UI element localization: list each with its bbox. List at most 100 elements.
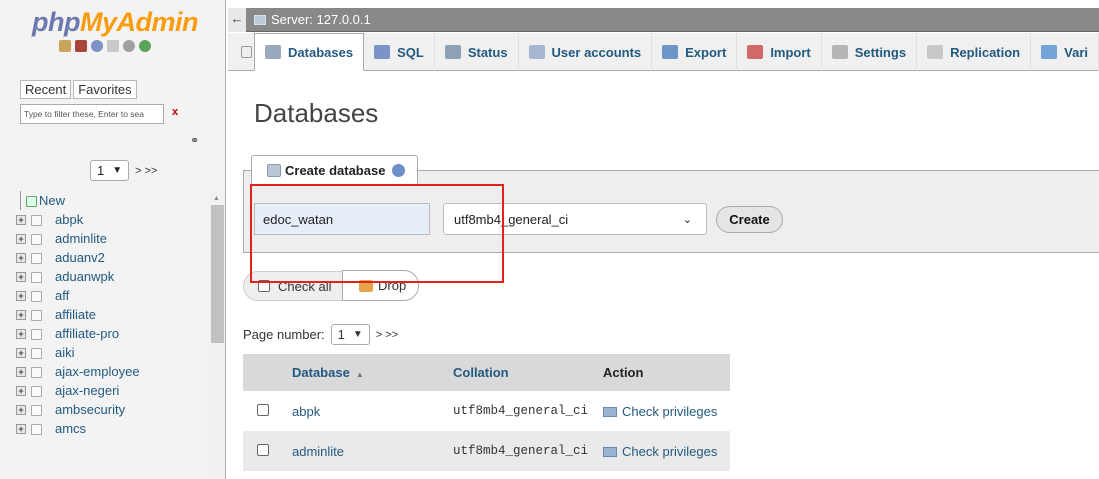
tree-item-label[interactable]: affiliate [55, 307, 96, 322]
tab-label: Settings [854, 44, 907, 60]
tree-item-database[interactable]: + amcs [0, 419, 210, 438]
expand-icon[interactable]: + [16, 329, 26, 339]
check-privileges-link[interactable]: Check privileges [622, 404, 717, 419]
expand-icon[interactable]: + [16, 424, 26, 434]
help-icon[interactable] [392, 163, 406, 177]
tree-item-label[interactable]: ajax-negeri [55, 383, 119, 398]
tree-item-label[interactable]: affiliate-pro [55, 326, 119, 341]
tree-item-label[interactable]: New [39, 193, 65, 208]
tree-item-database[interactable]: + aduanv2 [0, 248, 210, 267]
tree-item-database[interactable]: + adminlite [0, 229, 210, 248]
tree-item-database[interactable]: + affiliate [0, 305, 210, 324]
expand-icon[interactable]: + [16, 405, 26, 415]
tree-item-label[interactable]: ambsecurity [55, 402, 125, 417]
database-icon [31, 405, 42, 416]
tree-item-database[interactable]: + ajax-negeri [0, 381, 210, 400]
status-icon [444, 45, 461, 59]
collapse-navigation-button[interactable]: ← [228, 8, 246, 32]
tab-settings[interactable]: Settings [822, 33, 918, 71]
scroll-up-arrow-icon[interactable]: ▲ [213, 195, 220, 202]
favorites-tab[interactable]: Favorites [73, 80, 137, 99]
row-select-cell [243, 431, 279, 471]
expand-icon[interactable]: + [16, 310, 26, 320]
tree-item-label[interactable]: aff [55, 288, 69, 303]
tree-item-database[interactable]: + affiliate-pro [0, 324, 210, 343]
page-number-select[interactable]: 1 ▼ [330, 324, 370, 345]
expand-icon[interactable]: + [16, 253, 26, 263]
new-database-icon [26, 196, 37, 207]
tab-status[interactable]: Status [435, 33, 519, 71]
recent-tab[interactable]: Recent [20, 80, 72, 99]
tree-item-database[interactable]: + aff [0, 286, 210, 305]
page-number-label: Page number: [243, 327, 325, 342]
expand-icon[interactable]: + [16, 291, 26, 301]
page-next-link[interactable]: > >> [376, 329, 398, 341]
tree-item-label[interactable]: aduanwpk [55, 269, 114, 284]
tab-label: Vari [1064, 44, 1088, 60]
tree-item-database[interactable]: + ajax-employee [0, 362, 210, 381]
tab-label: Status [467, 44, 508, 60]
phpmyadmin-logo[interactable]: phpMyAdmin [32, 7, 198, 38]
nav-page-next[interactable]: > >> [135, 165, 157, 177]
expand-icon[interactable]: + [16, 215, 26, 225]
create-button[interactable]: Create [716, 206, 783, 233]
tree-item-label[interactable]: aduanv2 [55, 250, 105, 265]
database-icon [31, 234, 42, 245]
tree-item-label[interactable]: amcs [55, 421, 86, 436]
users-icon [528, 45, 545, 59]
select-column-header [243, 354, 279, 391]
expand-icon[interactable]: + [16, 386, 26, 396]
collation-column-header[interactable]: Collation [453, 354, 603, 391]
database-icon [31, 215, 42, 226]
page-title: Databases [254, 98, 379, 128]
database-icon [31, 310, 42, 321]
logo-admin-text: MyAdmin [79, 7, 199, 37]
action-cell[interactable]: Check privileges [603, 391, 730, 431]
home-icon[interactable] [59, 40, 71, 52]
reload-icon[interactable] [139, 40, 151, 52]
tab-import[interactable]: Import [737, 33, 822, 71]
tab-databases[interactable]: Databases [254, 33, 365, 71]
tree-item-label[interactable]: aiki [55, 345, 75, 360]
link-with-main-panel-icon[interactable]: ⚭ [190, 134, 199, 147]
settings-icon[interactable] [123, 40, 135, 52]
tree-item-new[interactable]: New [0, 191, 210, 210]
tree-item-database[interactable]: + abpk [0, 210, 210, 229]
expand-icon[interactable]: + [16, 234, 26, 244]
row-checkbox[interactable] [257, 443, 269, 456]
tree-item-database[interactable]: + ambsecurity [0, 400, 210, 419]
docs-icon[interactable] [107, 40, 119, 52]
tab-label: User accounts [551, 44, 642, 60]
tree-item-database[interactable]: + aduanwpk [0, 267, 210, 286]
tabbar-spacer [228, 33, 254, 70]
expand-icon[interactable]: + [16, 348, 26, 358]
expand-icon[interactable]: + [16, 272, 26, 282]
database-icon [31, 291, 42, 302]
tree-item-label[interactable]: adminlite [55, 231, 107, 246]
server-link[interactable]: Server: 127.0.0.1 [271, 12, 371, 27]
action-cell[interactable]: Check privileges [603, 431, 730, 471]
tree-item-label[interactable]: ajax-employee [55, 364, 140, 379]
help-icon[interactable] [91, 40, 103, 52]
nav-page-select[interactable]: 1 ▼ [90, 160, 130, 181]
tab-vari[interactable]: Vari [1031, 33, 1099, 71]
tab-replication[interactable]: Replication [917, 33, 1032, 71]
database-icon [31, 367, 42, 378]
tree-item-label[interactable]: abpk [55, 212, 83, 227]
tab-user-accounts[interactable]: User accounts [519, 33, 653, 71]
database-name-cell[interactable]: abpk [279, 391, 453, 431]
database-name-cell[interactable]: adminlite [279, 431, 453, 471]
database-column-header[interactable]: Database ▲ [279, 354, 453, 391]
export-icon [662, 45, 679, 59]
row-checkbox[interactable] [257, 403, 269, 416]
scrollbar-thumb[interactable] [211, 205, 224, 343]
tab-sql[interactable]: SQL [364, 33, 435, 71]
check-privileges-link[interactable]: Check privileges [622, 444, 717, 459]
clear-filter-icon[interactable]: x [172, 106, 178, 118]
check-privileges-icon [603, 407, 617, 418]
tab-export[interactable]: Export [652, 33, 738, 71]
tree-item-database[interactable]: + aiki [0, 343, 210, 362]
database-filter-input[interactable]: Type to filter these, Enter to sea [20, 104, 164, 124]
exit-icon[interactable] [75, 40, 87, 52]
expand-icon[interactable]: + [16, 367, 26, 377]
